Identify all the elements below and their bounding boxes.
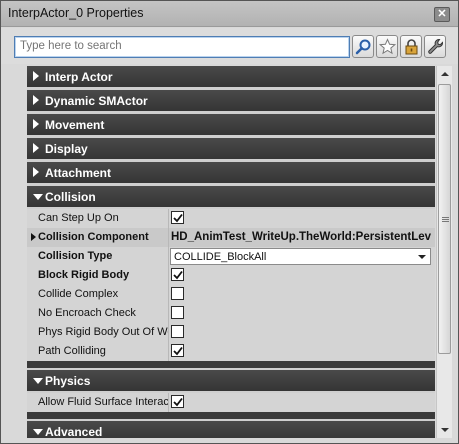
collision-component-value: HD_AnimTest_WriteUp.TheWorld:PersistentL… xyxy=(171,231,432,243)
expand-arrow-icon xyxy=(33,167,39,177)
category-separator xyxy=(27,361,435,368)
property-label: Can Step Up On xyxy=(38,212,119,224)
expand-arrow-icon xyxy=(33,95,39,105)
phys-rigid-body-out-of-world-checkbox[interactable] xyxy=(171,325,184,338)
column-divider[interactable] xyxy=(168,323,169,342)
star-icon xyxy=(378,38,396,55)
category-attachment[interactable]: Attachment xyxy=(27,162,435,183)
block-rigid-body-checkbox[interactable] xyxy=(171,268,184,281)
settings-button[interactable] xyxy=(424,35,446,58)
property-row-no-encroach-check: No Encroach Check xyxy=(27,304,435,323)
path-colliding-checkbox[interactable] xyxy=(171,344,184,357)
can-step-up-on-checkbox[interactable] xyxy=(171,211,184,224)
property-label: Phys Rigid Body Out Of World Check xyxy=(38,326,168,338)
favorites-button[interactable] xyxy=(376,35,398,58)
column-divider[interactable] xyxy=(168,285,169,304)
checkmark-icon xyxy=(173,213,183,223)
checkmark-icon xyxy=(173,346,183,356)
close-icon: ✕ xyxy=(437,8,447,20)
property-row-collide-complex: Collide Complex xyxy=(27,285,435,304)
wrench-icon xyxy=(427,39,443,54)
collapse-arrow-icon xyxy=(33,429,43,435)
scroll-up-arrow-icon[interactable] xyxy=(437,66,453,82)
column-divider[interactable] xyxy=(168,342,169,361)
column-divider[interactable] xyxy=(168,266,169,285)
expand-arrow-icon[interactable] xyxy=(31,233,36,241)
property-row-collision-component[interactable]: Collision Component HD_AnimTest_WriteUp.… xyxy=(27,228,435,247)
window-title: InterpActor_0 Properties xyxy=(8,6,144,20)
column-divider[interactable] xyxy=(168,247,169,266)
lock-button[interactable] xyxy=(400,35,422,58)
checkmark-icon xyxy=(173,270,183,280)
scroll-down-arrow-icon[interactable] xyxy=(437,422,453,438)
grip-icon xyxy=(442,217,449,218)
collapse-arrow-icon xyxy=(33,378,43,384)
category-separator xyxy=(27,412,435,419)
category-interp-actor[interactable]: Interp Actor xyxy=(27,66,435,87)
property-panel: Interp Actor Dynamic SMActor Movement Di… xyxy=(27,66,435,438)
category-label: Physics xyxy=(45,374,91,388)
scrollbar-thumb[interactable] xyxy=(438,84,451,354)
category-label: Dynamic SMActor xyxy=(45,94,148,108)
column-divider[interactable] xyxy=(168,393,169,412)
property-label: Collide Complex xyxy=(38,288,119,300)
category-advanced[interactable]: Advanced xyxy=(27,421,435,438)
checkmark-icon xyxy=(173,397,183,407)
property-label: Collision Type xyxy=(38,250,113,262)
collide-complex-checkbox[interactable] xyxy=(171,287,184,300)
close-button[interactable]: ✕ xyxy=(434,7,450,22)
search-box[interactable] xyxy=(14,36,350,58)
lock-icon xyxy=(405,39,417,55)
property-row-block-rigid-body: Block Rigid Body xyxy=(27,266,435,285)
category-collision[interactable]: Collision xyxy=(27,186,435,207)
expand-arrow-icon xyxy=(33,119,39,129)
collision-type-select[interactable]: COLLIDE_BlockAll xyxy=(170,248,431,265)
vertical-scrollbar[interactable] xyxy=(436,66,452,438)
property-label: Collision Component xyxy=(38,231,149,243)
search-button[interactable] xyxy=(352,35,374,58)
properties-window: InterpActor_0 Properties ✕ Type here to … xyxy=(0,0,459,444)
category-movement[interactable]: Movement xyxy=(27,114,435,135)
property-label: Allow Fluid Surface Interaction xyxy=(38,396,168,408)
allow-fluid-surface-checkbox[interactable] xyxy=(171,395,184,408)
title-bar[interactable]: InterpActor_0 Properties ✕ xyxy=(1,1,458,27)
category-label: Display xyxy=(45,142,88,156)
no-encroach-check-checkbox[interactable] xyxy=(171,306,184,319)
property-row-path-colliding: Path Colliding xyxy=(27,342,435,361)
property-row-collision-type: Collision Type COLLIDE_BlockAll xyxy=(27,247,435,266)
category-label: Attachment xyxy=(45,166,112,180)
column-divider[interactable] xyxy=(168,228,169,247)
category-physics[interactable]: Physics xyxy=(27,370,435,391)
search-icon xyxy=(355,39,370,55)
collision-type-value: COLLIDE_BlockAll xyxy=(174,251,267,263)
category-label: Collision xyxy=(45,190,96,204)
property-label: Block Rigid Body xyxy=(38,269,130,281)
expand-arrow-icon xyxy=(33,71,39,81)
search-input[interactable] xyxy=(20,40,344,52)
property-row-can-step-up-on: Can Step Up On xyxy=(27,209,435,228)
property-label: Path Colliding xyxy=(38,345,106,357)
expand-arrow-icon xyxy=(33,143,39,153)
property-row-allow-fluid-surface: Allow Fluid Surface Interaction xyxy=(27,393,435,412)
property-row-phys-rigid-body-out-of-world: Phys Rigid Body Out Of World Check xyxy=(27,323,435,342)
category-dynamic-smactor[interactable]: Dynamic SMActor xyxy=(27,90,435,111)
collapse-arrow-icon xyxy=(33,194,43,200)
property-label: No Encroach Check xyxy=(38,307,136,319)
category-label: Advanced xyxy=(45,425,103,438)
category-label: Movement xyxy=(45,118,105,132)
chevron-down-icon xyxy=(418,255,426,259)
column-divider[interactable] xyxy=(168,304,169,323)
category-display[interactable]: Display xyxy=(27,138,435,159)
toolbar xyxy=(1,28,458,64)
category-label: Interp Actor xyxy=(45,70,113,84)
column-divider[interactable] xyxy=(168,209,169,228)
